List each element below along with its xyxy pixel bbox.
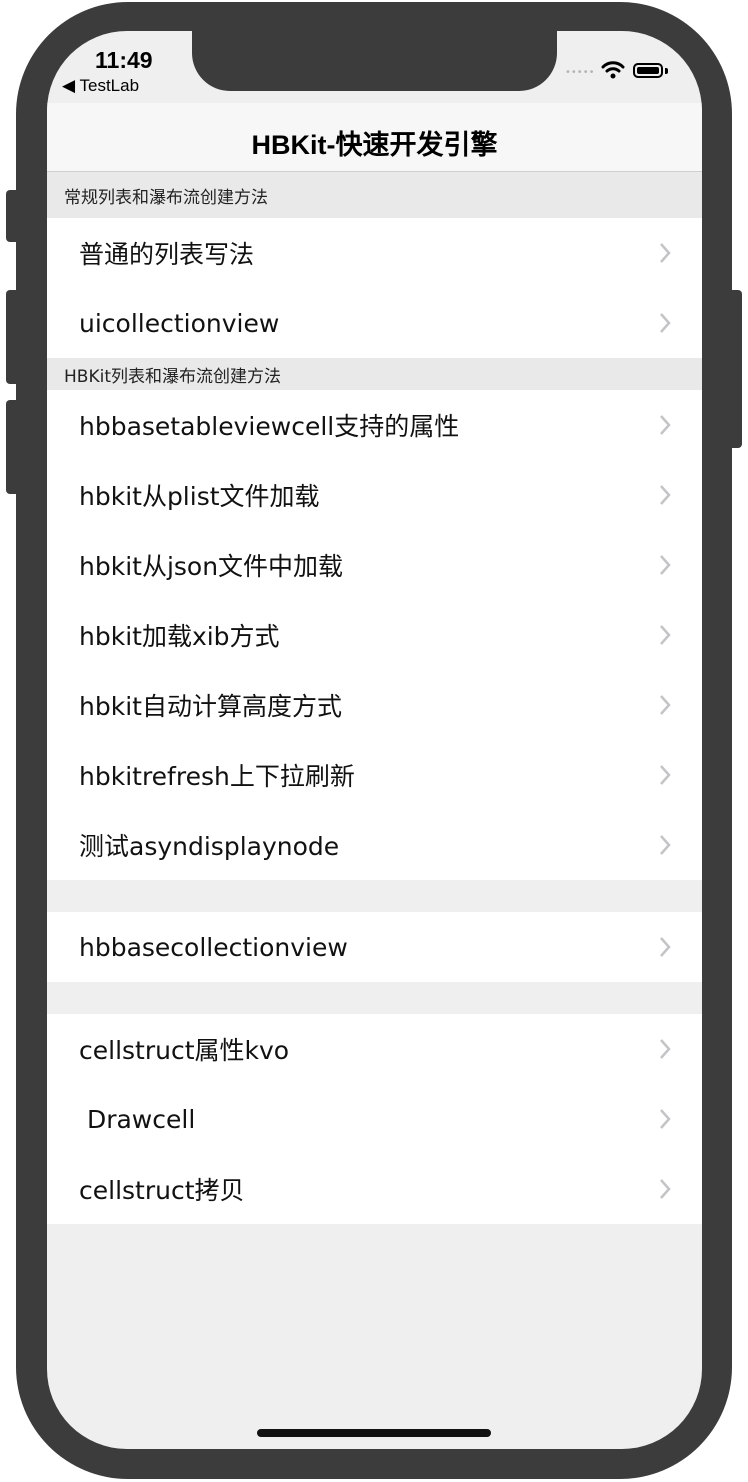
table-row[interactable]: hbkitrefresh上下拉刷新: [47, 740, 702, 810]
home-indicator[interactable]: [257, 1429, 491, 1437]
row-label: hbkit加载xib方式: [79, 622, 280, 651]
status-time: 11:49: [95, 47, 153, 73]
phone-screen: 11:49 ◀ TestLab ••••• HBKit-快速开发引擎 常规列表和…: [47, 31, 702, 1449]
row-label: cellstruct拷贝: [79, 1176, 245, 1205]
row-label: 普通的列表写法: [79, 240, 255, 269]
table-row[interactable]: hbkit加载xib方式: [47, 600, 702, 670]
row-label: Drawcell: [79, 1104, 196, 1134]
section-header: 常规列表和瀑布流创建方法: [47, 172, 702, 218]
chevron-right-icon: [660, 625, 671, 645]
section-spacer: [47, 880, 702, 912]
chevron-right-icon: [660, 243, 671, 263]
chevron-right-icon: [660, 313, 671, 333]
row-label: cellstruct属性kvo: [79, 1036, 290, 1065]
navigation-bar: HBKit-快速开发引擎: [47, 103, 702, 172]
table-row[interactable]: hbkit从json文件中加载: [47, 530, 702, 600]
battery-tip: [665, 68, 668, 74]
chevron-right-icon: [660, 937, 671, 957]
row-label: hbkit从json文件中加载: [79, 552, 344, 581]
table-row[interactable]: hbkit自动计算高度方式: [47, 670, 702, 740]
section-spacer: [47, 982, 702, 1014]
chevron-right-icon: [660, 1109, 671, 1129]
row-label: hbkit从plist文件加载: [79, 482, 320, 511]
battery-icon: [633, 63, 663, 78]
row-label: hbbasecollectionview: [79, 932, 348, 962]
back-to-app-link[interactable]: ◀ TestLab: [62, 76, 139, 96]
table-view[interactable]: 常规列表和瀑布流创建方法 普通的列表写法 uicollectionview HB…: [47, 172, 702, 1224]
row-label: hbkitrefresh上下拉刷新: [79, 762, 355, 791]
wifi-icon: [601, 61, 625, 79]
table-row[interactable]: uicollectionview: [47, 288, 702, 358]
section-header: HBKit列表和瀑布流创建方法: [47, 358, 702, 390]
notch: [192, 31, 557, 91]
row-label: hbkit自动计算高度方式: [79, 692, 342, 721]
table-row[interactable]: cellstruct拷贝: [47, 1154, 702, 1224]
table-row[interactable]: 测试asyndisplaynode: [47, 810, 702, 880]
table-row[interactable]: Drawcell: [47, 1084, 702, 1154]
page-title: HBKit-快速开发引擎: [251, 130, 498, 160]
chevron-right-icon: [660, 835, 671, 855]
signal-dots: •••••: [565, 67, 595, 78]
table-row[interactable]: hbkit从plist文件加载: [47, 460, 702, 530]
chevron-right-icon: [660, 695, 671, 715]
table-row[interactable]: hbbasecollectionview: [47, 912, 702, 982]
chevron-right-icon: [660, 555, 671, 575]
chevron-right-icon: [660, 415, 671, 435]
chevron-right-icon: [660, 1039, 671, 1059]
chevron-right-icon: [660, 485, 671, 505]
chevron-right-icon: [660, 1179, 671, 1199]
table-row[interactable]: hbbasetableviewcell支持的属性: [47, 390, 702, 460]
chevron-right-icon: [660, 765, 671, 785]
table-row[interactable]: cellstruct属性kvo: [47, 1014, 702, 1084]
row-label: hbbasetableviewcell支持的属性: [79, 412, 460, 441]
row-label: 测试asyndisplaynode: [79, 832, 340, 861]
table-row[interactable]: 普通的列表写法: [47, 218, 702, 288]
row-label: uicollectionview: [79, 308, 280, 338]
